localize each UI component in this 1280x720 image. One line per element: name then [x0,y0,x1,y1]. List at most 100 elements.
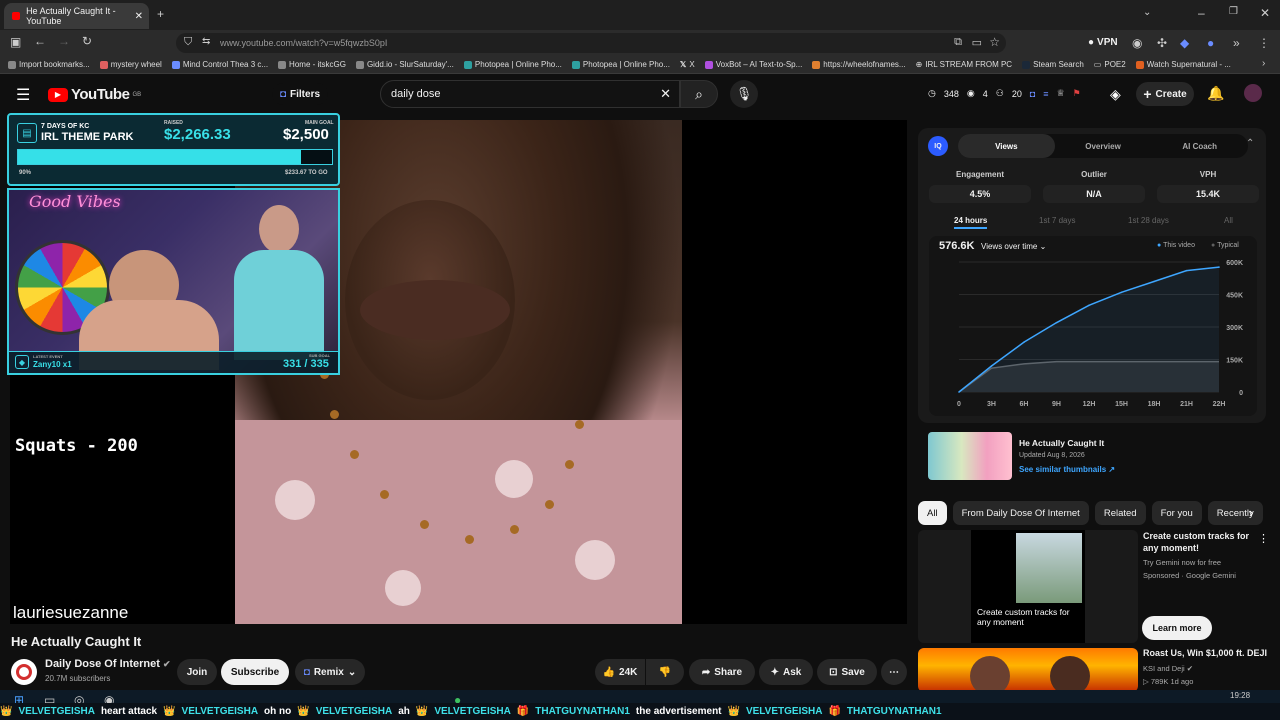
cast-icon[interactable]: ▭ [972,36,982,49]
rec-meta: Sponsored · Google Gemini [1143,571,1236,580]
screenshot-icon[interactable]: ⧉ [954,36,962,49]
search-input[interactable]: daily dose ✕ [380,80,680,108]
see-similar-thumbnails-link[interactable]: See similar thumbnails ↗ [1019,465,1115,474]
more-actions-button[interactable]: ⋯ [881,659,907,685]
shield-icon[interactable]: ⛉ [184,36,192,49]
join-button[interactable]: Join [177,659,217,685]
y-tick-label: 600K [1226,260,1243,267]
necklace-bead [510,525,519,534]
bookmark[interactable]: https://wheelofnames... [812,60,906,69]
bookmark[interactable]: 𝕏X [680,60,695,69]
vpn-button[interactable]: ● VPN [1088,37,1118,48]
close-tab-icon[interactable]: ✕ [135,11,143,22]
sidebar-icon[interactable]: ▣ [10,35,21,49]
chip-all[interactable]: All [918,501,947,525]
list-icon[interactable]: ≡ [1043,89,1048,99]
bookmark[interactable]: VoxBot – AI Text-to-Sp... [704,60,802,69]
remix-button[interactable]: ◘ Remix ⌄ [295,659,365,685]
dazzle-icon[interactable]: ◈ [1110,86,1121,103]
dislike-button[interactable]: 👎 [646,659,684,685]
url-bar[interactable]: ⛉ ⇆ www.youtube.com/watch?v=w5fqwzbS0pI … [176,33,1006,53]
voice-search-button[interactable]: 🎙 [730,80,758,108]
bookmark[interactable]: Watch Supernatural - ... [1135,60,1231,69]
extension-icon[interactable]: ✣ [1157,36,1167,50]
bookmark[interactable]: Gidd.io - SlurSaturday'... [355,60,454,69]
chip-related[interactable]: Related [1094,501,1146,525]
tab-ai-coach[interactable]: AI Coach [1151,134,1248,158]
new-tab-icon[interactable]: + [157,7,164,21]
thumbs-down-icon: 👎 [658,666,672,678]
back-icon[interactable]: ← [34,34,46,48]
tune-icon[interactable]: ⇆ [202,36,210,47]
search-button[interactable]: ⌕ [680,80,718,108]
share-button[interactable]: ➦ Share [689,659,755,685]
tab-overview[interactable]: Overview [1055,134,1152,158]
vidiq-icon: ◘ [303,666,310,678]
youtube-logo[interactable]: ▶ YouTube GB [48,86,141,103]
browser-tab[interactable]: He Actually Caught It - YouTube ✕ [4,3,149,29]
create-button[interactable]: + Create [1136,82,1194,106]
channel-name[interactable]: Daily Dose Of Internet ✔ [45,658,171,670]
vidiq-extension-icon[interactable]: ● [1207,36,1214,50]
reload-icon[interactable]: ↻ [82,34,92,48]
range-28d[interactable]: 1st 28 days [1128,216,1169,225]
range-24h[interactable]: 24 hours [954,216,988,229]
metric-value: N/A [1043,185,1145,203]
chevron-right-icon[interactable]: › [1249,505,1253,520]
channel-avatar[interactable] [11,659,37,685]
bookmark[interactable]: Steam Search [1022,60,1084,69]
x-tick-label: 9H [1052,401,1061,408]
rec-thumbnail[interactable] [918,648,1138,692]
rec-title[interactable]: Roast Us, Win $1,000 ft. DEJI [1143,648,1273,658]
hamburger-menu-icon[interactable]: ☰ [16,85,30,105]
minimize-icon[interactable]: – [1198,6,1205,20]
chip-for-you[interactable]: For you [1151,501,1202,525]
thumbnail-preview[interactable] [928,432,1012,480]
chevron-down-icon[interactable]: ⌄ [1143,7,1151,18]
person-head [970,656,1010,692]
eye-icon: ◉ [966,88,975,98]
chip-recently[interactable]: Recently [1207,501,1263,525]
goal-remaining: $233.67 TO GO [285,170,328,176]
bell-icon[interactable]: 🔔 [1207,85,1224,102]
tab-views[interactable]: Views [958,134,1055,158]
range-7d[interactable]: 1st 7 days [1039,216,1075,225]
restore-icon[interactable]: ❐ [1229,6,1238,17]
more-extensions-icon[interactable]: » [1233,36,1240,50]
avatar[interactable] [1244,84,1262,102]
bookmark[interactable]: ▭ POE2 [1094,60,1126,69]
youtube-play-icon: ▶ [48,87,68,102]
close-window-icon[interactable]: ✕ [1260,6,1270,20]
trophy-icon[interactable]: ♕ [1057,88,1065,99]
subscribe-button[interactable]: Subscribe [221,659,289,685]
save-button[interactable]: ⊡ Save [817,659,877,685]
bookmark[interactable]: Photopea | Online Pho... [571,60,670,69]
account-icon[interactable]: ◉ [1132,36,1142,50]
ask-button[interactable]: ✦ Ask [759,659,813,685]
alert-icon[interactable]: ⚑ [1073,88,1081,99]
bookmark[interactable]: Import bookmarks... [8,60,90,69]
more-options-icon[interactable]: ⋮ [1258,532,1269,545]
menu-icon[interactable]: ⋮ [1258,36,1270,50]
views-over-time-dropdown[interactable]: Views over time ⌄ [981,242,1046,251]
chip-from-channel[interactable]: From Daily Dose Of Internet [952,501,1089,525]
bookmark[interactable]: Photopea | Online Pho... [463,60,562,69]
clear-search-icon[interactable]: ✕ [660,86,671,102]
sponsored-thumbnail[interactable]: Create custom tracks for any moment [918,530,1138,643]
bookmark[interactable]: ⊕ IRL STREAM FROM PC [916,60,1013,69]
vidiq-icon[interactable]: ◘ [1030,89,1035,99]
star-icon[interactable]: ☆ [989,35,1000,49]
rec-title[interactable]: Create custom tracks for any moment! [1143,531,1253,554]
bookmark[interactable]: mystery wheel [99,60,162,69]
shield-extension-icon[interactable]: ◆ [1180,36,1189,50]
range-all[interactable]: All [1224,216,1233,225]
forward-icon[interactable]: → [58,34,70,48]
legend-this-video: ● This video [1157,242,1195,249]
learn-more-button[interactable]: Learn more [1142,616,1212,640]
more-bookmarks-icon[interactable]: › [1262,58,1265,69]
bookmark[interactable]: Mind Control Thea 3 c... [171,60,268,69]
filters-button[interactable]: ◘ Filters [272,83,328,105]
like-button[interactable]: 👍 24K [595,659,645,685]
collapse-icon[interactable]: ⌃ [1246,138,1254,149]
bookmark[interactable]: Home - itskcGG [278,60,346,69]
